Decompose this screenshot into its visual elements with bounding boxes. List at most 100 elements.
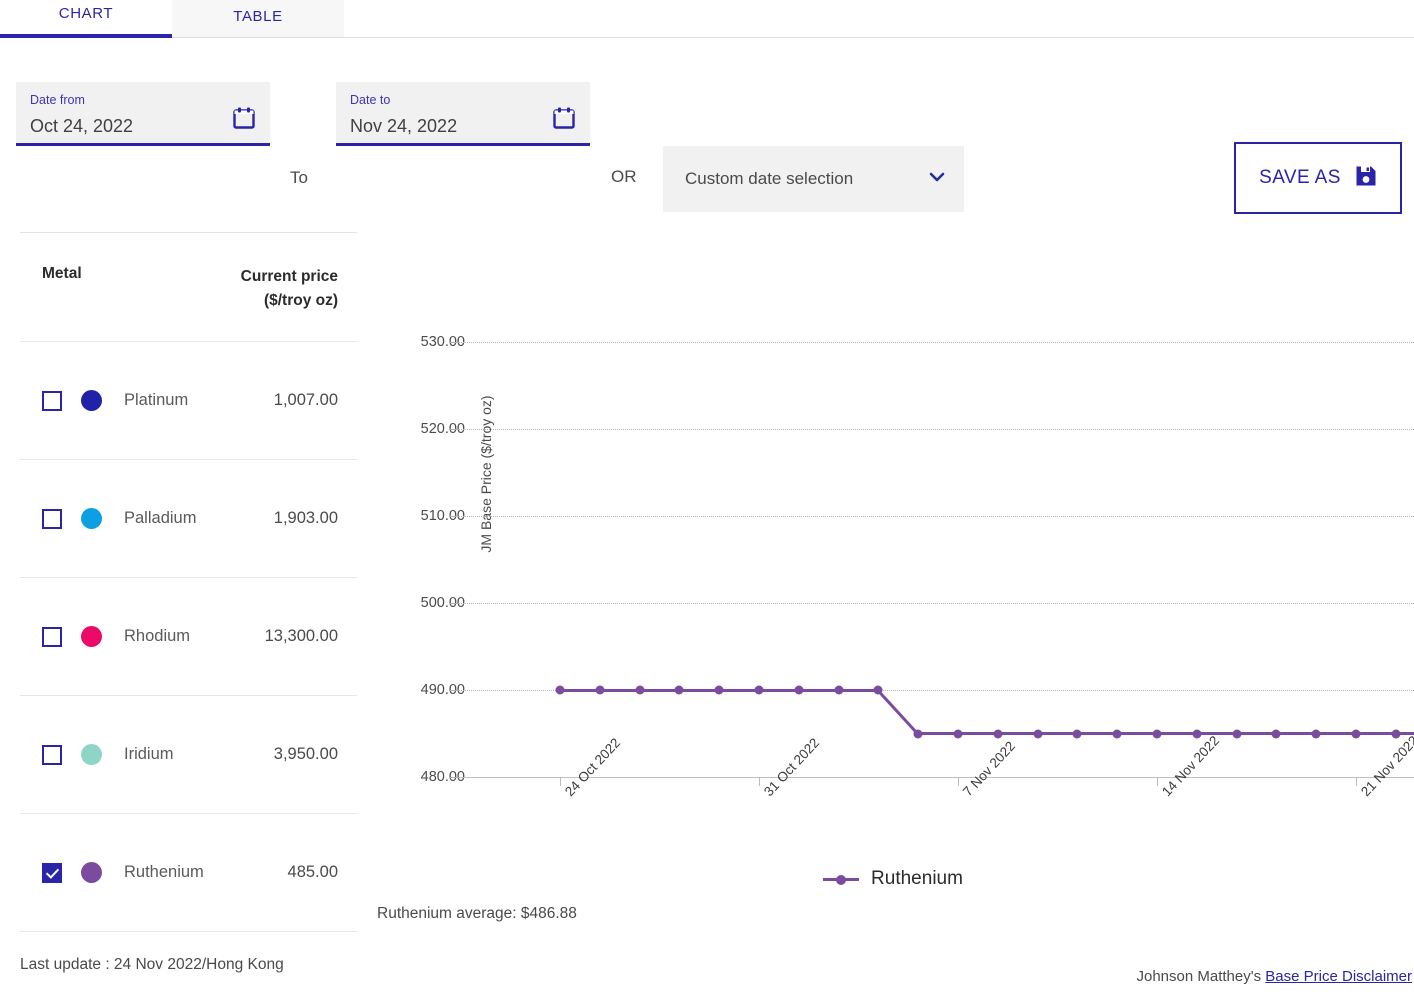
metal-legend-table: Metal Current price ($/troy oz) Platinum… bbox=[20, 232, 357, 932]
checkbox-platinum[interactable] bbox=[42, 391, 62, 411]
metal-price: 13,300.00 bbox=[265, 627, 338, 646]
data-point[interactable] bbox=[1391, 729, 1400, 738]
calendar-icon[interactable] bbox=[232, 106, 256, 130]
line-segment bbox=[1197, 732, 1237, 735]
data-point[interactable] bbox=[1312, 729, 1321, 738]
metal-price: 1,903.00 bbox=[274, 509, 338, 528]
line-segment bbox=[1356, 732, 1396, 735]
line-segment bbox=[679, 689, 719, 692]
date-from-label: Date from bbox=[30, 92, 256, 108]
tab-chart-label: CHART bbox=[59, 5, 113, 22]
date-to-label: Date to bbox=[350, 92, 576, 108]
tab-table-label: TABLE bbox=[233, 8, 282, 25]
checkbox-rhodium[interactable] bbox=[42, 627, 62, 647]
metal-price: 485.00 bbox=[288, 863, 338, 882]
metal-price: 1,007.00 bbox=[274, 391, 338, 410]
line-segment bbox=[839, 689, 879, 692]
color-dot-rhodium bbox=[81, 626, 102, 647]
data-point[interactable] bbox=[834, 686, 843, 695]
date-to-field[interactable]: Date to Nov 24, 2022 bbox=[336, 82, 590, 146]
footer-prefix: Johnson Matthey's bbox=[1137, 968, 1266, 985]
data-point[interactable] bbox=[1272, 729, 1281, 738]
x-tick-mark bbox=[1157, 777, 1158, 786]
line-segment bbox=[1237, 732, 1277, 735]
data-point[interactable] bbox=[1352, 729, 1361, 738]
metal-name: Platinum bbox=[124, 391, 274, 410]
data-point[interactable] bbox=[1113, 729, 1122, 738]
header-metal: Metal bbox=[42, 265, 82, 283]
x-tick-label: 14 Nov 2022 bbox=[1159, 733, 1222, 799]
x-tick-mark bbox=[958, 777, 959, 786]
metal-row-palladium[interactable]: Palladium1,903.00 bbox=[20, 459, 357, 577]
data-point[interactable] bbox=[914, 729, 923, 738]
data-point[interactable] bbox=[715, 686, 724, 695]
to-separator: To bbox=[290, 168, 308, 188]
data-point[interactable] bbox=[1232, 729, 1241, 738]
line-segment bbox=[998, 732, 1038, 735]
base-price-disclaimer-link[interactable]: Base Price Disclaimer bbox=[1265, 968, 1412, 985]
date-from-value: Oct 24, 2022 bbox=[30, 111, 256, 141]
y-tick-mark bbox=[450, 429, 459, 430]
data-point[interactable] bbox=[1033, 729, 1042, 738]
data-point[interactable] bbox=[635, 686, 644, 695]
line-segment bbox=[1117, 732, 1157, 735]
metal-row-ruthenium[interactable]: Ruthenium485.00 bbox=[20, 813, 357, 931]
calendar-icon[interactable] bbox=[552, 106, 576, 130]
metal-name: Palladium bbox=[124, 509, 274, 528]
plot-area: 24 Oct 202231 Oct 20227 Nov 202214 Nov 2… bbox=[458, 180, 1414, 880]
x-tick-label: 7 Nov 2022 bbox=[960, 738, 1018, 799]
data-point[interactable] bbox=[1192, 729, 1201, 738]
data-point[interactable] bbox=[993, 729, 1002, 738]
data-point[interactable] bbox=[1073, 729, 1082, 738]
metal-row-iridium[interactable]: Iridium3,950.00 bbox=[20, 695, 357, 813]
line-segment bbox=[1157, 732, 1197, 735]
line-segment bbox=[1276, 732, 1316, 735]
x-tick-mark bbox=[560, 777, 561, 786]
grid-line bbox=[458, 603, 1414, 604]
x-tick-mark bbox=[1356, 777, 1357, 786]
price-chart: JM Base Price ($/troy oz) 480.00490.0050… bbox=[372, 180, 1414, 880]
data-point[interactable] bbox=[1153, 729, 1162, 738]
grid-line bbox=[458, 429, 1414, 430]
checkbox-palladium[interactable] bbox=[42, 509, 62, 529]
grid-line bbox=[458, 342, 1414, 343]
tab-chart[interactable]: CHART bbox=[0, 0, 172, 38]
tab-bar: CHART TABLE bbox=[0, 0, 1414, 38]
metal-name: Iridium bbox=[124, 745, 274, 764]
data-point[interactable] bbox=[954, 729, 963, 738]
legend-label-ruthenium: Ruthenium bbox=[871, 868, 963, 890]
y-tick-mark bbox=[450, 603, 459, 604]
checkbox-ruthenium[interactable] bbox=[42, 863, 62, 883]
metal-row-rhodium[interactable]: Rhodium13,300.00 bbox=[20, 577, 357, 695]
data-point[interactable] bbox=[755, 686, 764, 695]
line-segment bbox=[719, 689, 759, 692]
line-segment bbox=[918, 732, 958, 735]
data-point[interactable] bbox=[794, 686, 803, 695]
line-segment bbox=[640, 689, 680, 692]
header-current-price-line2: ($/troy oz) bbox=[241, 289, 338, 313]
metal-row-platinum[interactable]: Platinum1,007.00 bbox=[20, 341, 357, 459]
data-point[interactable] bbox=[556, 686, 565, 695]
color-dot-ruthenium bbox=[81, 862, 102, 883]
x-tick-label: 21 Nov 2022 bbox=[1358, 733, 1414, 799]
filter-bar: Date from Oct 24, 2022 To Date to Nov 24… bbox=[0, 60, 1414, 180]
y-axis-ticks: 480.00490.00500.00510.00520.00530.00 bbox=[372, 180, 465, 880]
average-note: Ruthenium average: $486.88 bbox=[377, 905, 577, 923]
metal-name: Rhodium bbox=[124, 627, 265, 646]
line-segment bbox=[1077, 732, 1117, 735]
metal-row-list: Platinum1,007.00Palladium1,903.00Rhodium… bbox=[20, 341, 357, 932]
line-segment bbox=[1316, 732, 1356, 735]
data-point[interactable] bbox=[874, 686, 883, 695]
metal-price: 3,950.00 bbox=[274, 745, 338, 764]
date-from-field[interactable]: Date from Oct 24, 2022 bbox=[16, 82, 270, 146]
y-tick-mark bbox=[450, 516, 459, 517]
y-tick-mark bbox=[450, 342, 459, 343]
tab-table[interactable]: TABLE bbox=[172, 0, 344, 38]
line-segment bbox=[958, 732, 998, 735]
checkbox-iridium[interactable] bbox=[42, 745, 62, 765]
footer-disclaimer: Johnson Matthey's Base Price Disclaimer bbox=[0, 968, 1414, 985]
y-tick-mark bbox=[450, 690, 459, 691]
grid-line bbox=[458, 516, 1414, 517]
data-point[interactable] bbox=[595, 686, 604, 695]
data-point[interactable] bbox=[675, 686, 684, 695]
